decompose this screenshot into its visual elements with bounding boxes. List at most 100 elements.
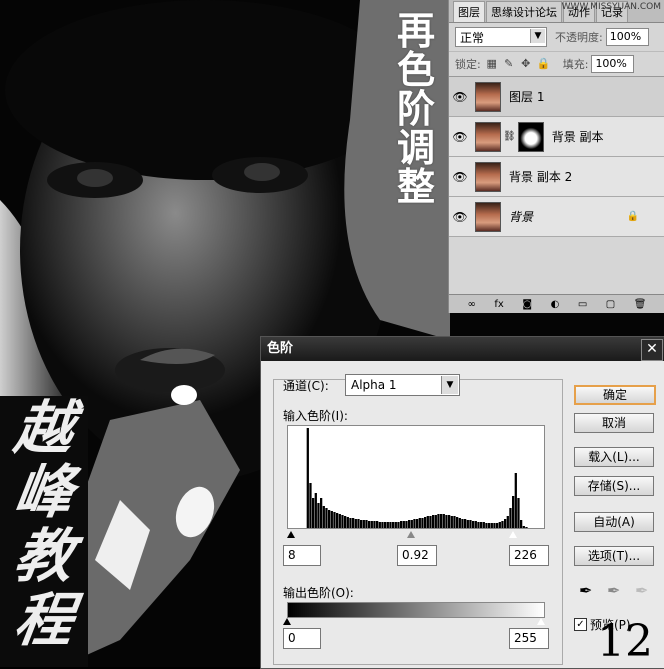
histogram-bar (405, 521, 408, 528)
chain-link-icon: ⛓ (503, 131, 516, 142)
black-eyedropper-icon[interactable]: ✒ (579, 581, 592, 600)
histogram-bar (352, 518, 355, 528)
load-button[interactable]: 载入(L)... (574, 447, 654, 467)
options-button[interactable]: 选项(T)... (574, 546, 654, 566)
histogram-bar (322, 506, 325, 528)
histogram-bar (394, 522, 397, 528)
output-black-slider[interactable] (283, 618, 291, 625)
histogram-bar (349, 518, 352, 528)
histogram-bar (344, 516, 347, 528)
blend-mode-select[interactable]: 正常 ▼ (455, 27, 547, 47)
input-white-field[interactable]: 226 (509, 545, 549, 566)
vertical-title: 再 色 阶 调 整 (396, 12, 436, 207)
layer-thumbnail (475, 121, 501, 152)
histogram-bar (365, 520, 368, 528)
input-black-slider[interactable] (287, 531, 295, 538)
channel-value: Alpha 1 (351, 378, 397, 392)
histogram-bar (490, 523, 493, 528)
opacity-label: 不透明度: (555, 31, 603, 44)
output-levels-label: 输出色阶(O): (283, 586, 354, 600)
dialog-title: 色阶 (261, 337, 664, 361)
new-layer-icon[interactable]: ▢ (606, 299, 615, 310)
auto-button[interactable]: 自动(A) (574, 512, 654, 532)
layer-row[interactable]: 👁 图层 1 (449, 77, 664, 117)
histogram-bar (453, 516, 456, 528)
histogram-bar (306, 428, 309, 528)
eye-icon[interactable]: 👁 (449, 90, 471, 104)
input-black-field[interactable]: 8 (283, 545, 321, 566)
histogram-bar (389, 522, 392, 528)
gray-eyedropper-icon[interactable]: ✒ (607, 581, 620, 600)
histogram-bar (493, 523, 496, 528)
fill-input[interactable]: 100% (591, 55, 635, 73)
lock-transparent-icon[interactable]: ▦ (486, 58, 498, 70)
eye-icon[interactable]: 👁 (449, 130, 471, 144)
levels-dialog: 色阶 ✕ 通道(C): Alpha 1 ▼ 输入色阶(I): 8 0.92 22… (260, 336, 664, 669)
mask-icon[interactable]: ◙ (522, 299, 532, 310)
trash-icon[interactable]: 🗑 (634, 299, 647, 310)
histogram-bar (330, 511, 333, 528)
lock-all-icon[interactable]: 🔒 (537, 58, 551, 70)
eye-icon[interactable]: 👁 (449, 170, 471, 184)
channel-select[interactable]: Alpha 1 ▼ (345, 374, 460, 396)
layer-name: 背景 (509, 210, 534, 224)
chevron-down-icon: ▼ (530, 29, 545, 43)
preview-checkbox[interactable]: ✓ (574, 618, 587, 631)
input-gamma-slider[interactable] (407, 531, 415, 538)
fill-label: 填充: (562, 58, 589, 71)
histogram-bar (368, 521, 371, 528)
histogram-bar (354, 519, 357, 528)
histogram-bar (485, 523, 488, 528)
panel-tabs: 图层 思缘设计论坛 动作 记录 WWW.MISSYUAN.COM (449, 0, 664, 23)
folder-icon[interactable]: ▭ (578, 299, 587, 310)
histogram-bar (466, 520, 469, 528)
histogram-bar (400, 521, 403, 528)
histogram-bar (517, 498, 520, 528)
output-white-slider[interactable] (537, 618, 545, 625)
histogram-bar (370, 521, 373, 528)
cancel-button[interactable]: 取消 (574, 413, 654, 433)
close-icon[interactable]: ✕ (641, 339, 663, 361)
histogram-bar (474, 521, 477, 528)
layer-row[interactable]: 👁 背景 副本 2 (449, 157, 664, 197)
opacity-input[interactable]: 100% (605, 28, 649, 46)
layer-name: 图层 1 (509, 90, 545, 104)
histogram-bar (498, 522, 501, 528)
tab-missyuan[interactable]: 思缘设计论坛 (486, 1, 562, 22)
lock-brush-icon[interactable]: ✎ (503, 58, 515, 70)
output-white-field[interactable]: 255 (509, 628, 549, 649)
tab-layers[interactable]: 图层 (453, 1, 485, 22)
input-white-slider[interactable] (509, 531, 517, 538)
layer-row[interactable]: 👁 ⛓ 背景 副本 (449, 117, 664, 157)
output-black-field[interactable]: 0 (283, 628, 321, 649)
histogram-bar (488, 523, 491, 528)
histogram-bar (360, 520, 363, 528)
layer-thumbnail (475, 81, 501, 112)
histogram-bar (346, 517, 349, 528)
white-eyedropper-icon[interactable]: ✒ (635, 581, 648, 600)
layer-row[interactable]: 👁 背景 🔒 (449, 197, 664, 237)
ok-button[interactable]: 确定 (574, 385, 656, 405)
adjustment-icon[interactable]: ◐ (551, 299, 560, 310)
layer-thumbnail (475, 201, 501, 232)
title-char: 再 (396, 9, 435, 53)
step-number: 12 (597, 616, 653, 667)
histogram-bar (514, 473, 517, 528)
histogram-bar (429, 516, 432, 528)
title-char: 整 (396, 165, 435, 209)
histogram-bar (309, 483, 312, 528)
input-gamma-field[interactable]: 0.92 (397, 545, 437, 566)
histogram-bar (504, 519, 507, 528)
eye-icon[interactable]: 👁 (449, 210, 471, 224)
calligraphy-char: 程 (10, 586, 78, 654)
layer-mask-thumbnail (517, 121, 544, 152)
link-icon[interactable]: ∞ (468, 299, 476, 310)
save-button[interactable]: 存储(S)... (574, 476, 654, 496)
histogram-bar (424, 517, 427, 528)
histogram-bar (437, 514, 440, 528)
fx-icon[interactable]: fx (494, 299, 503, 310)
histogram-bar (314, 493, 317, 528)
lock-row: 锁定: ▦ ✎ ✥ 🔒 填充: 100% (449, 52, 664, 77)
lock-move-icon[interactable]: ✥ (520, 58, 532, 70)
histogram-bar (525, 527, 528, 528)
